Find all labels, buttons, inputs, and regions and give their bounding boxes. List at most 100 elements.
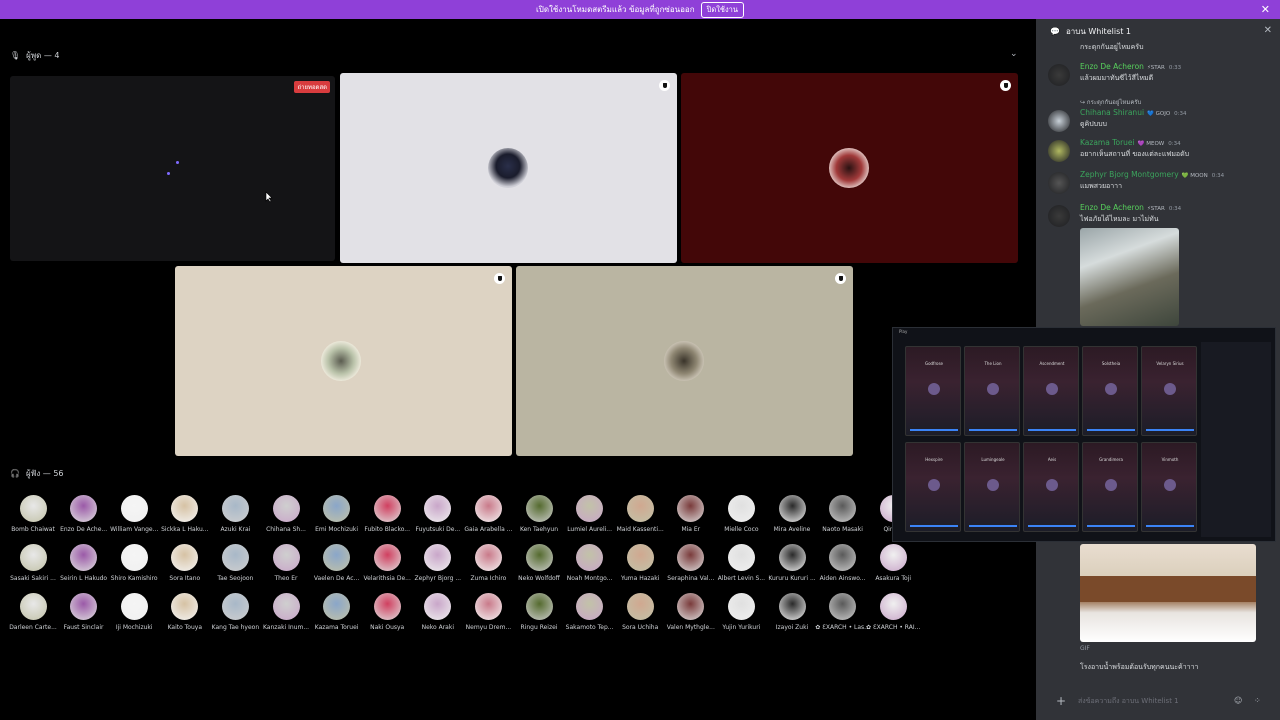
- avatar[interactable]: [1048, 64, 1070, 86]
- listener-item[interactable]: Velarithsia De...: [359, 544, 415, 582]
- listener-item[interactable]: Fubito Blacko...: [359, 495, 415, 533]
- speaker-tile[interactable]: [340, 73, 677, 263]
- character-card: Hexspire: [905, 442, 961, 532]
- gif-label: GIF: [1080, 645, 1090, 652]
- listener-item[interactable]: Emi Mochizuki: [309, 495, 365, 533]
- listener-item[interactable]: Lumiel Aureli...: [562, 495, 618, 533]
- listener-item[interactable]: Yujin Yurikuri: [713, 593, 769, 631]
- listener-item[interactable]: Ringu Reizei: [511, 593, 567, 631]
- plus-icon[interactable]: +: [1054, 694, 1068, 708]
- listener-item[interactable]: Sakamoto Tep...: [562, 593, 618, 631]
- speakers-header: 🎙 ผู้พูด — 4: [10, 51, 60, 60]
- listener-item[interactable]: Zuma Ichiro: [460, 544, 516, 582]
- card-name: Solstheia: [1101, 361, 1121, 366]
- disable-stream-mode-button[interactable]: ปิดใช้งาน: [700, 1, 744, 18]
- listener-item[interactable]: Seraphina Val...: [663, 544, 719, 582]
- listener-item[interactable]: Iji Mochizuki: [106, 593, 162, 631]
- listener-item[interactable]: Fuyutsuki De...: [410, 495, 466, 533]
- speaker-tile[interactable]: [175, 266, 512, 456]
- reply-preview[interactable]: ↪ กระดุกกันอยู่ไหมครับ: [1080, 97, 1141, 107]
- speaker-tile[interactable]: [681, 73, 1018, 263]
- listener-item[interactable]: Kanzaki Inum...: [258, 593, 314, 631]
- listener-item[interactable]: Tae Seojoon: [207, 544, 263, 582]
- listener-item[interactable]: Bomb Chaiwat: [5, 495, 61, 533]
- message-text: ดูคิปบบบ: [1080, 120, 1108, 128]
- listener-item[interactable]: ✿ ƐXARCH • Las...: [815, 593, 871, 631]
- avatar[interactable]: [1048, 172, 1070, 194]
- composer-input[interactable]: ส่งข้อความถึง อาบน Whitelist 1: [1078, 696, 1179, 707]
- message-author[interactable]: Enzo De Acheron ⚡STAR 0:33: [1080, 62, 1181, 71]
- avatar: [525, 593, 553, 620]
- emoji-icon[interactable]: ☺: [1234, 696, 1242, 705]
- close-icon[interactable]: ✕: [1264, 25, 1272, 36]
- listener-item[interactable]: Neko Araki: [410, 593, 466, 631]
- mouse-cursor-icon: [265, 191, 273, 203]
- listener-name: Kanzaki Inum...: [262, 624, 310, 631]
- listener-item[interactable]: Sickka L Haku...: [157, 495, 213, 533]
- close-icon[interactable]: ✕: [1261, 3, 1270, 16]
- apps-icon[interactable]: ⁘: [1254, 696, 1261, 705]
- listener-item[interactable]: Vaelen De Ac...: [309, 544, 365, 582]
- message-composer[interactable]: + ส่งข้อความถึง อาบน Whitelist 1 ☺ ⁘: [1046, 690, 1272, 712]
- listener-item[interactable]: Aiden Ainswo...: [815, 544, 871, 582]
- listener-item[interactable]: Naki Ousya: [359, 593, 415, 631]
- listener-item[interactable]: Enzo De Ache...: [56, 495, 112, 533]
- listener-item[interactable]: Azuki Krai: [207, 495, 263, 533]
- avatar: [778, 544, 806, 571]
- gif-image[interactable]: [1080, 544, 1256, 642]
- listener-item[interactable]: Valen Mythgle...: [663, 593, 719, 631]
- avatar[interactable]: [1048, 205, 1070, 227]
- chevron-down-icon[interactable]: ⌄: [1010, 49, 1018, 59]
- listener-item[interactable]: Izayoi Zuki: [764, 593, 820, 631]
- avatar: [928, 479, 940, 491]
- chat-header: 💬 อาบน Whitelist 1 ✕: [1036, 19, 1280, 43]
- avatar: [424, 593, 452, 620]
- listener-item[interactable]: Yuma Hazaki: [612, 544, 668, 582]
- listener-name: Tae Seojoon: [217, 575, 254, 582]
- avatar: [879, 593, 907, 620]
- listener-item[interactable]: Chihana Sh...: [258, 495, 314, 533]
- listener-item[interactable]: Kaito Touya: [157, 593, 213, 631]
- listener-item[interactable]: ✿ ƐXARCH • RAI...: [865, 593, 921, 631]
- message-author[interactable]: Kazama Toruei 💜 MEOW 0:34: [1080, 138, 1181, 147]
- card-bar: [910, 429, 958, 431]
- listener-item[interactable]: Asakura Toji: [865, 544, 921, 582]
- listener-item[interactable]: Noah Montgo...: [562, 544, 618, 582]
- listener-item[interactable]: Ken Taehyun: [511, 495, 567, 533]
- listener-item[interactable]: Kazama Toruei: [309, 593, 365, 631]
- listener-item[interactable]: Maid Kassenti...: [612, 495, 668, 533]
- listener-item[interactable]: Kururu Kururi ...: [764, 544, 820, 582]
- listener-item[interactable]: William Vange...: [106, 495, 162, 533]
- listener-item[interactable]: Sora Uchiha: [612, 593, 668, 631]
- listener-item[interactable]: Mia Er: [663, 495, 719, 533]
- listener-item[interactable]: Albert Levin S...: [713, 544, 769, 582]
- avatar[interactable]: [1048, 110, 1070, 132]
- listener-item[interactable]: Faust Sinclair: [56, 593, 112, 631]
- listener-item[interactable]: Sora Itano: [157, 544, 213, 582]
- avatar: [221, 544, 249, 571]
- listener-item[interactable]: Nemyu Drem...: [460, 593, 516, 631]
- card-name: Hexspire: [925, 457, 943, 462]
- message-author[interactable]: Enzo De Acheron ⚡STAR 0:34: [1080, 203, 1181, 212]
- speaker-tile[interactable]: [516, 266, 853, 456]
- listener-item[interactable]: Naoto Masaki: [815, 495, 871, 533]
- listener-item[interactable]: Mielle Coco: [713, 495, 769, 533]
- listener-item[interactable]: Seirin L Hakudo: [56, 544, 112, 582]
- listener-item[interactable]: Darleen Carte...: [5, 593, 61, 631]
- avatar: [829, 495, 857, 522]
- screen-share-preview[interactable]: Play Godfrose The Lion Ascendment Solstheia…: [892, 327, 1276, 542]
- attached-image[interactable]: [1080, 228, 1179, 326]
- listener-item[interactable]: Shiro Kamishiro: [106, 544, 162, 582]
- listener-item[interactable]: Neko Wolfdoff: [511, 544, 567, 582]
- message-author[interactable]: Zephyr Bjorg Montgomery 💚 MOON 0:34: [1080, 170, 1224, 179]
- listener-item[interactable]: Gaia Arabella ...: [460, 495, 516, 533]
- listener-item[interactable]: Mira Aveline: [764, 495, 820, 533]
- avatar[interactable]: [1048, 140, 1070, 162]
- listener-item[interactable]: Zephyr Bjorg ...: [410, 544, 466, 582]
- speaker-tile-live[interactable]: ถ่ายทอดสด: [10, 76, 335, 261]
- listener-item[interactable]: Theo Er: [258, 544, 314, 582]
- listener-item[interactable]: Sasaki Sakiri ...: [5, 544, 61, 582]
- message-author[interactable]: Chihana Shiranui 💙 GOJO 0:34: [1080, 108, 1187, 117]
- listener-item[interactable]: Kang Tae hyeon: [207, 593, 263, 631]
- avatar: [1164, 479, 1176, 491]
